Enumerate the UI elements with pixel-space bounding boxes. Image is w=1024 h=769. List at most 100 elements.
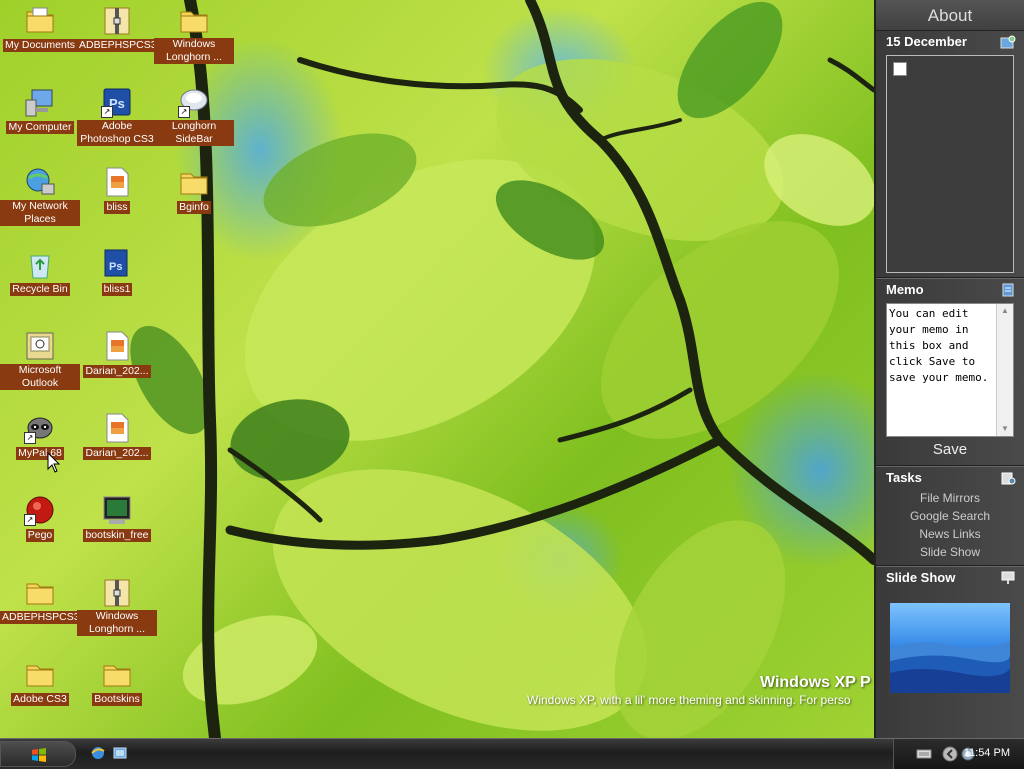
desktop-icon-label: bliss (104, 201, 130, 214)
svg-text:Ps: Ps (109, 261, 122, 273)
task-news-links[interactable]: News Links (876, 525, 1024, 543)
shortcut-arrow-icon: ↗ (101, 106, 113, 118)
desktop-icon-windows-longhorn-zip[interactable]: Windows Longhorn ... (77, 576, 157, 636)
calendar-view[interactable] (886, 55, 1014, 273)
watermark-title: Windows XP P (760, 674, 871, 691)
memo-save-button[interactable]: Save (876, 439, 1024, 461)
slideshow-tile: Slide Show (876, 567, 1024, 693)
desktop-icon-adbephspcs3-folder[interactable]: ADBEPHSPCS3 (0, 576, 82, 624)
windows-logo-icon (32, 748, 46, 762)
desktop-icon-mypal[interactable]: ↗ MyPal 68 (0, 412, 80, 460)
desktop-icon-label: Recycle Bin (10, 283, 70, 296)
desktop-icon-label: My Documents (2, 39, 78, 52)
desktop-icon-adbephspcs3-zip[interactable]: ADBEPHSPCS3 (77, 4, 159, 52)
keyboard-icon[interactable] (916, 746, 932, 762)
desktop-icon-my-documents[interactable]: My Documents (0, 4, 80, 52)
shortcut-arrow-icon: ↗ (178, 106, 190, 118)
calendar-tile: 15 December (876, 31, 1024, 273)
show-desktop-icon[interactable] (112, 745, 128, 761)
memo-tile: Memo You can edit your memo in this box … (876, 279, 1024, 461)
desktop-icon-label: Windows Longhorn ... (77, 610, 157, 636)
desktop-icon-label: bootskin_free (83, 529, 151, 542)
desktop-icon-label: Adobe Photoshop CS3 (77, 120, 157, 146)
memo-text[interactable]: You can edit your memo in this box and c… (889, 306, 995, 434)
desktop-icon-adobe-photoshop[interactable]: Ps ↗ Adobe Photoshop CS3 (77, 86, 157, 146)
desktop-icon-label: Microsoft Outlook (0, 364, 80, 390)
desktop-icon-darian-1[interactable]: Darian_202... (77, 330, 157, 378)
calendar-date-label: 15 December (886, 34, 967, 49)
desktop-icon-label: Pego (25, 529, 55, 542)
desktop-icon-longhorn-sidebar[interactable]: ↗ Longhorn SideBar (154, 86, 234, 146)
desktop-icon-bliss1[interactable]: Ps bliss1 (77, 248, 157, 296)
broken-image-icon (893, 62, 907, 76)
shortcut-arrow-icon: ↗ (24, 514, 36, 526)
folder-icon (178, 166, 210, 198)
image-file-icon (101, 412, 133, 444)
desktop-icon-label: ADBEPHSPCS3 (0, 611, 82, 624)
desktop-icon-label: My Computer (6, 121, 74, 134)
tasks-title: Tasks (886, 470, 922, 485)
desktop-icon-recycle-bin[interactable]: Recycle Bin (0, 248, 80, 296)
system-tray: 11:54 PM (893, 739, 1024, 769)
taskbar: 11:54 PM (0, 738, 1024, 769)
desktop-icon-adobe-cs3[interactable]: Adobe CS3 (0, 658, 80, 706)
shortcut-arrow-icon: ↗ (24, 432, 36, 444)
my-documents-icon (24, 4, 56, 36)
slideshow-header: Slide Show (876, 567, 1024, 589)
mouse-cursor-icon (47, 452, 61, 473)
desktop-icon-bootskin-free[interactable]: bootskin_free (77, 494, 157, 542)
folder-icon (101, 658, 133, 690)
desktop-icon-bginfo[interactable]: Bginfo (154, 166, 234, 214)
raccoon-app-icon: ↗ (24, 412, 56, 444)
computer-icon (24, 86, 56, 118)
desktop[interactable]: My Documents ADBEPHSPCS3 Windows Longhor… (0, 0, 1024, 738)
sidebar: About 15 December Memo You can edit your… (874, 0, 1024, 738)
desktop-icon-label: Bginfo (177, 201, 211, 214)
psd-file-icon: Ps (101, 248, 133, 280)
expand-tray-arrow-icon[interactable] (942, 746, 958, 762)
desktop-icon-label: My Network Places (0, 200, 80, 226)
memo-title: Memo (886, 282, 924, 297)
memo-notepad-icon[interactable] (1000, 283, 1016, 297)
memo-textarea[interactable]: You can edit your memo in this box and c… (886, 303, 1014, 437)
internet-explorer-icon[interactable] (90, 745, 106, 761)
desktop-icon-label: bliss1 (101, 283, 133, 296)
calendar-settings-icon[interactable] (1000, 35, 1016, 49)
bootskin-icon (101, 494, 133, 526)
desktop-icon-bliss[interactable]: bliss (77, 166, 157, 214)
scroll-up-arrow-icon[interactable]: ▲ (997, 304, 1013, 318)
recycle-bin-icon (24, 248, 56, 280)
desktop-icon-label: ADBEPHSPCS3 (77, 39, 159, 52)
desktop-icon-darian-2[interactable]: Darian_202... (77, 412, 157, 460)
desktop-icon-pego[interactable]: ↗ Pego (0, 494, 80, 542)
folder-icon (24, 576, 56, 608)
task-slide-show[interactable]: Slide Show (876, 543, 1024, 561)
slideshow-image[interactable] (890, 603, 1010, 693)
sidebar-about-button[interactable]: About (876, 0, 1024, 31)
desktop-icon-windows-longhorn-folder[interactable]: Windows Longhorn ... (154, 4, 234, 64)
task-google-search[interactable]: Google Search (876, 507, 1024, 525)
slideshow-title: Slide Show (886, 570, 956, 585)
desktop-icon-label: Darian_202... (83, 365, 151, 378)
desktop-icon-label: Bootskins (92, 693, 142, 706)
desktop-icon-my-computer[interactable]: My Computer (0, 86, 80, 134)
sidebar-app-icon: ↗ (178, 86, 210, 118)
desktop-icon-bootskins[interactable]: Bootskins (77, 658, 157, 706)
start-button[interactable] (0, 741, 76, 767)
folder-icon (24, 658, 56, 690)
slideshow-mountains (890, 641, 1010, 693)
memo-scrollbar[interactable]: ▲ ▼ (996, 304, 1013, 436)
desktop-icon-label: Windows Longhorn ... (154, 38, 234, 64)
folder-zip-icon (101, 4, 133, 36)
task-file-mirrors[interactable]: File Mirrors (876, 489, 1024, 507)
desktop-icon-microsoft-outlook[interactable]: Microsoft Outlook (0, 330, 80, 390)
tasks-icon[interactable] (1000, 471, 1016, 485)
slideshow-projector-icon[interactable] (1000, 571, 1016, 585)
calendar-header: 15 December (876, 31, 1024, 53)
taskbar-clock[interactable]: 11:54 PM (964, 747, 1010, 759)
desktop-icon-my-network-places[interactable]: My Network Places (0, 166, 80, 226)
outlook-icon (24, 330, 56, 362)
photoshop-icon: Ps ↗ (101, 86, 133, 118)
folder-icon (178, 4, 210, 36)
scroll-down-arrow-icon[interactable]: ▼ (997, 422, 1013, 436)
